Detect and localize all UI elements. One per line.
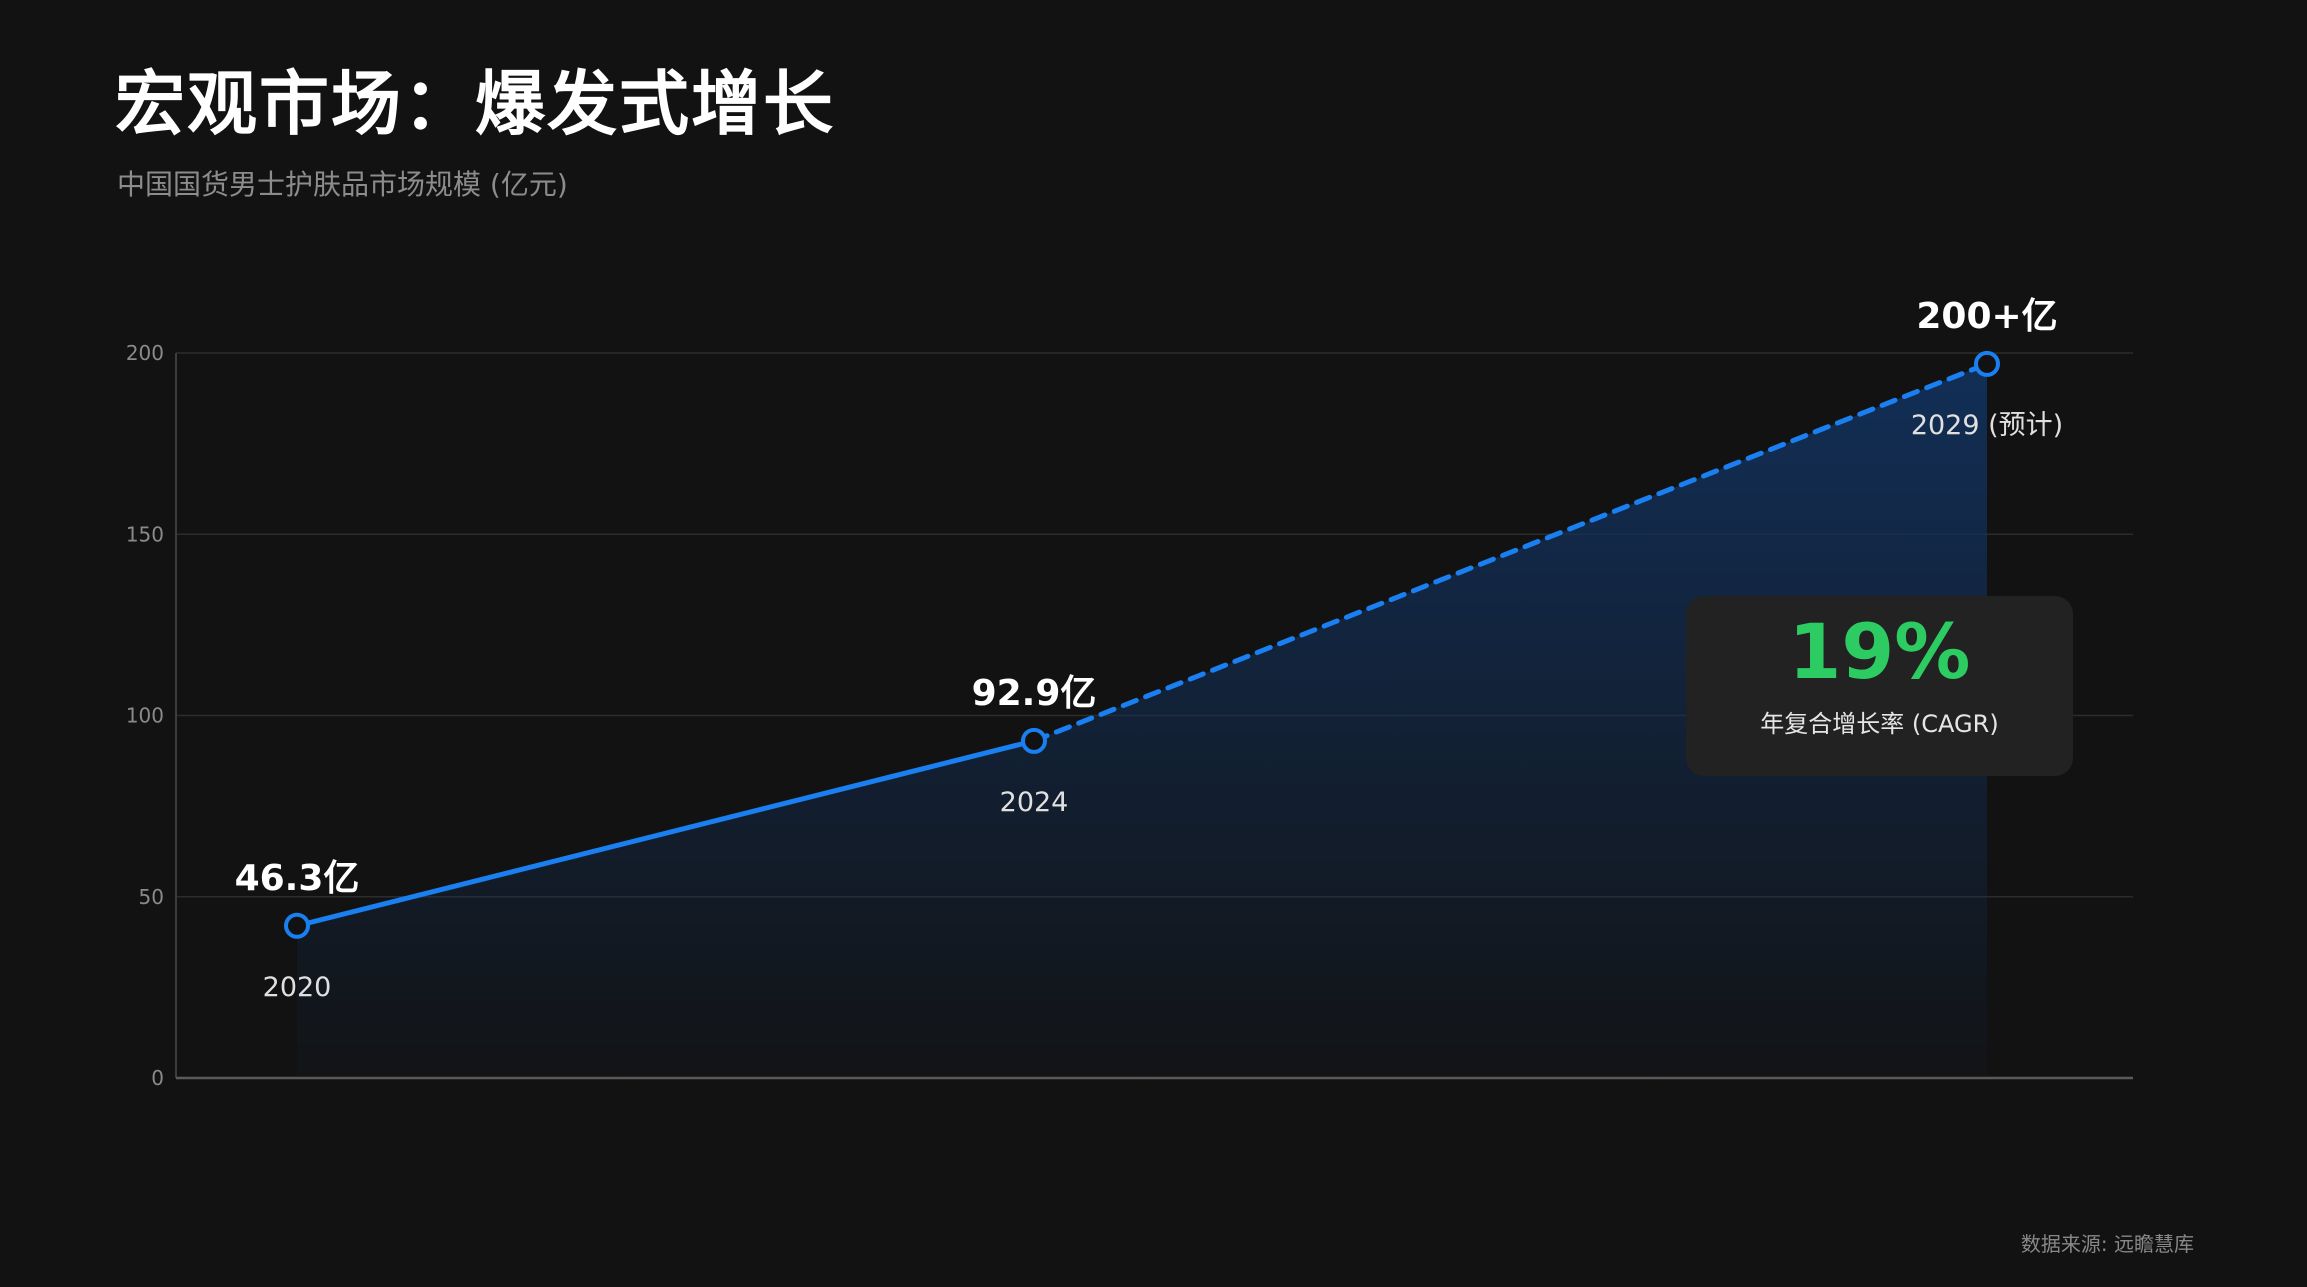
data-value-label: 92.9亿 (972, 673, 1097, 714)
data-value-label: 200+亿 (1916, 296, 2057, 337)
x-year-label: 2029 (预计) (1911, 410, 2063, 441)
data-value-label: 46.3亿 (235, 858, 360, 899)
source-note: 数据来源: 远瞻慧库 (2020, 1232, 2194, 1256)
data-point (1974, 350, 2000, 377)
x-year-label: 2024 (1000, 787, 1069, 818)
y-tick-label: 50 (139, 885, 164, 909)
y-tick-label: 100 (126, 704, 164, 728)
data-point (1021, 727, 1047, 754)
y-tick-label: 0 (151, 1066, 164, 1090)
cagr-label: 年复合增长率 (CAGR) (1760, 709, 1999, 738)
data-point (284, 912, 310, 939)
y-tick-label: 200 (126, 341, 164, 365)
x-year-label: 2020 (263, 972, 332, 1003)
cagr-card: 19% 年复合增长率 (CAGR) (1686, 596, 2073, 776)
y-axis-ticks: 0 50 100 150 200 (126, 341, 164, 1090)
cagr-value: 19% (1788, 607, 1971, 696)
y-tick-label: 150 (126, 522, 164, 546)
